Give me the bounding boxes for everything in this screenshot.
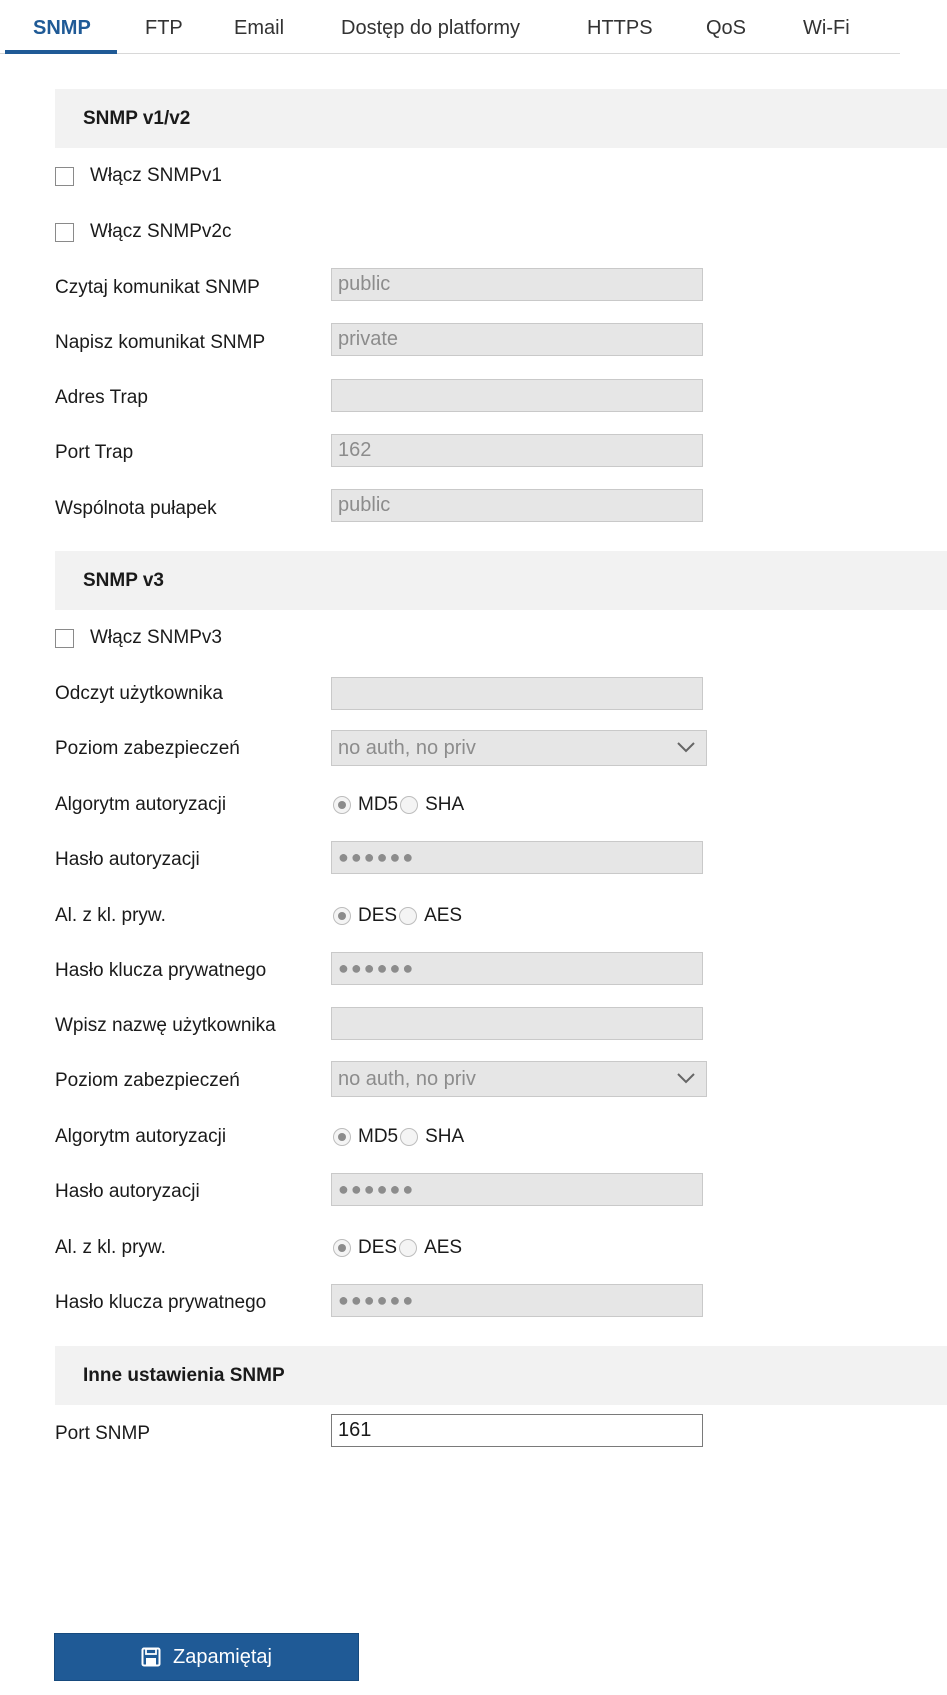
write-auth-algorithm-radios: MD5 SHA: [333, 1126, 466, 1148]
read-priv-aes-radio[interactable]: [399, 907, 418, 925]
write-auth-md5-label: MD5: [358, 1126, 399, 1147]
tab-qos[interactable]: QoS: [706, 17, 746, 40]
write-community-field[interactable]: private: [331, 323, 703, 356]
read-user-field[interactable]: [331, 677, 703, 710]
read-priv-password-label: Hasło klucza prywatnego: [55, 960, 267, 981]
save-button-label: Zapamiętaj: [173, 1645, 272, 1668]
write-auth-sha-radio[interactable]: [400, 1128, 419, 1146]
read-priv-algorithm-label: Al. z kl. pryw.: [55, 905, 166, 926]
read-priv-algorithm-radios: DES AES: [333, 905, 464, 927]
trap-port-label: Port Trap: [55, 442, 134, 463]
write-priv-aes-radio[interactable]: [399, 1239, 418, 1257]
write-priv-des-label: DES: [358, 1237, 398, 1258]
section-header-snmp-v1v2: SNMP v1/v2: [55, 89, 947, 148]
snmp-port-field[interactable]: 161: [331, 1414, 703, 1447]
tab-ftp[interactable]: FTP: [145, 17, 183, 40]
write-auth-md5-radio[interactable]: [333, 1128, 351, 1146]
read-security-level-label: Poziom zabezpieczeń: [55, 738, 240, 759]
tab-bar: SNMP FTP Email Dostęp do platformy HTTPS…: [0, 0, 947, 60]
chevron-down-icon: [677, 742, 695, 753]
read-priv-aes-label: AES: [424, 905, 463, 926]
chevron-down-icon: [677, 1073, 695, 1084]
read-auth-algorithm-radios: MD5 SHA: [333, 794, 466, 816]
read-priv-des-radio[interactable]: [333, 907, 351, 925]
read-auth-md5-radio[interactable]: [333, 796, 351, 814]
write-auth-password-label: Hasło autoryzacji: [55, 1181, 200, 1202]
read-community-label: Czytaj komunikat SNMP: [55, 277, 260, 298]
enable-snmpv2c-checkbox[interactable]: [55, 222, 74, 242]
tab-platform-access[interactable]: Dostęp do platformy: [341, 17, 520, 40]
trap-address-field[interactable]: [331, 379, 703, 412]
read-auth-password-field[interactable]: ●●●●●●: [331, 841, 703, 874]
tab-email[interactable]: Email: [234, 17, 284, 40]
write-priv-password-field[interactable]: ●●●●●●: [331, 1284, 703, 1317]
enable-snmpv2c-row[interactable]: Włącz SNMPv2c: [55, 221, 231, 243]
read-auth-password-label: Hasło autoryzacji: [55, 849, 200, 870]
read-security-level-select[interactable]: no auth, no priv: [331, 730, 707, 766]
section-header-other-snmp: Inne ustawienia SNMP: [55, 1346, 947, 1405]
read-user-label: Odczyt użytkownika: [55, 683, 223, 704]
enable-snmpv3-label: Włącz SNMPv3: [90, 627, 222, 648]
write-priv-aes-label: AES: [424, 1237, 463, 1258]
tab-snmp[interactable]: SNMP: [33, 17, 91, 40]
tab-wifi[interactable]: Wi-Fi: [803, 17, 850, 40]
trap-port-field[interactable]: 162: [331, 434, 703, 467]
read-auth-sha-radio[interactable]: [400, 796, 419, 814]
enable-snmpv1-row[interactable]: Włącz SNMPv1: [55, 165, 222, 187]
write-user-label: Wpisz nazwę użytkownika: [55, 1015, 276, 1036]
write-auth-algorithm-label: Algorytm autoryzacji: [55, 1126, 227, 1147]
tab-https[interactable]: HTTPS: [587, 17, 653, 40]
write-priv-password-label: Hasło klucza prywatnego: [55, 1292, 267, 1313]
trap-community-field[interactable]: public: [331, 489, 703, 522]
read-priv-des-label: DES: [358, 905, 398, 926]
enable-snmpv2c-label: Włącz SNMPv2c: [90, 221, 232, 242]
read-priv-password-field[interactable]: ●●●●●●: [331, 952, 703, 985]
write-priv-des-radio[interactable]: [333, 1239, 351, 1257]
read-community-field[interactable]: public: [331, 268, 703, 301]
write-auth-password-field[interactable]: ●●●●●●: [331, 1173, 703, 1206]
write-auth-sha-label: SHA: [425, 1126, 465, 1147]
read-auth-sha-label: SHA: [425, 794, 465, 815]
write-security-level-value: no auth, no priv: [338, 1068, 476, 1090]
write-security-level-label: Poziom zabezpieczeń: [55, 1070, 240, 1091]
trap-community-label: Wspólnota pułapek: [55, 498, 217, 519]
section-header-snmp-v3: SNMP v3: [55, 551, 947, 610]
write-priv-algorithm-label: Al. z kl. pryw.: [55, 1237, 166, 1258]
active-tab-indicator: [5, 50, 117, 54]
snmp-port-label: Port SNMP: [55, 1423, 151, 1444]
save-button[interactable]: Zapamiętaj: [54, 1633, 359, 1681]
write-user-field[interactable]: [331, 1007, 703, 1040]
read-auth-algorithm-label: Algorytm autoryzacji: [55, 794, 227, 815]
write-security-level-select[interactable]: no auth, no priv: [331, 1061, 707, 1097]
write-community-label: Napisz komunikat SNMP: [55, 332, 266, 353]
enable-snmpv3-row[interactable]: Włącz SNMPv3: [55, 627, 222, 649]
read-security-level-value: no auth, no priv: [338, 737, 476, 759]
trap-address-label: Adres Trap: [55, 387, 148, 408]
save-icon: [141, 1647, 161, 1667]
enable-snmpv1-label: Włącz SNMPv1: [90, 165, 222, 186]
tab-divider: [0, 53, 900, 54]
read-auth-md5-label: MD5: [358, 794, 399, 815]
enable-snmpv1-checkbox[interactable]: [55, 166, 74, 186]
write-priv-algorithm-radios: DES AES: [333, 1237, 464, 1259]
enable-snmpv3-checkbox[interactable]: [55, 628, 74, 648]
